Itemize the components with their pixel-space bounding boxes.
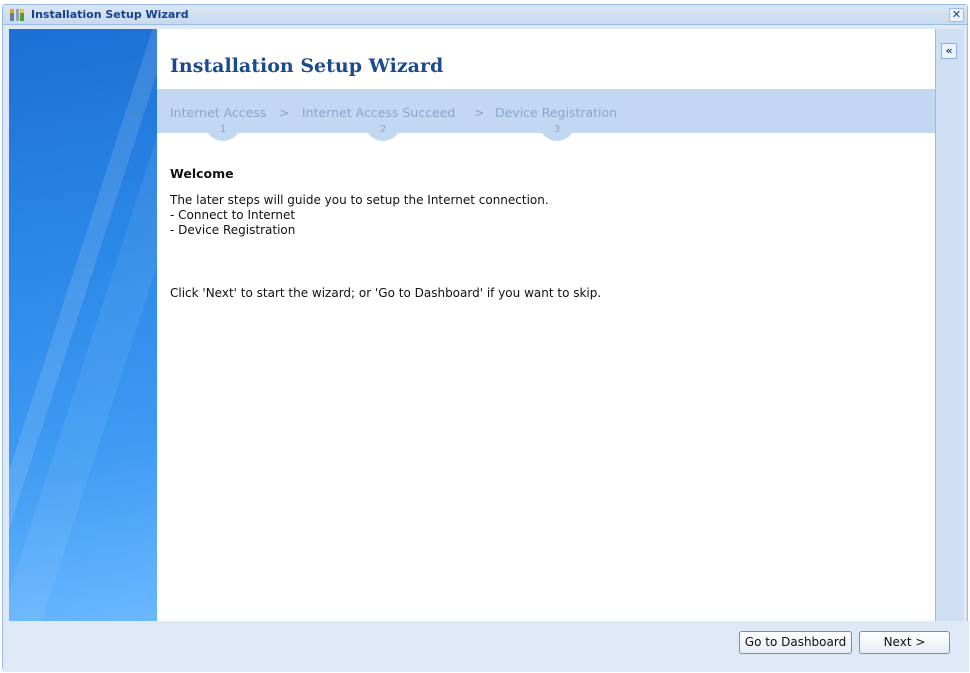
step-internet-access-succeed: Internet Access Succeed — [302, 105, 456, 120]
step-device-registration: Device Registration — [495, 105, 618, 120]
welcome-heading: Welcome — [170, 166, 234, 181]
chevron-right-icon: > — [279, 105, 290, 120]
collapse-panel: « — [935, 29, 964, 621]
next-button[interactable]: Next > — [859, 631, 950, 654]
go-to-dashboard-button[interactable]: Go to Dashboard — [739, 631, 852, 654]
wizard-steps-bar: Internet Access > Internet Access Succee… — [157, 89, 935, 141]
window-title: Installation Setup Wizard — [31, 8, 189, 21]
tools-icon — [10, 9, 24, 21]
intro-line: The later steps will guide you to setup … — [170, 193, 549, 207]
wizard-window: Installation Setup Wizard ✕ Installation… — [2, 4, 969, 672]
step-number-1: 1 — [205, 123, 241, 141]
chevron-right-icon: > — [474, 105, 485, 120]
step-number-3: 3 — [539, 123, 575, 141]
footer-bar: Go to Dashboard Next > — [3, 621, 969, 672]
collapse-button[interactable]: « — [941, 43, 957, 59]
title-bar: Installation Setup Wizard ✕ — [3, 5, 967, 25]
step-number-2: 2 — [365, 123, 401, 141]
page-title: Installation Setup Wizard — [170, 55, 444, 77]
double-chevron-left-icon: « — [945, 44, 953, 57]
instruction-text: Click 'Next' to start the wizard; or 'Go… — [170, 286, 602, 300]
wizard-content: Installation Setup Wizard Internet Acces… — [157, 29, 935, 621]
intro-line: - Connect to Internet — [170, 208, 296, 222]
close-button[interactable]: ✕ — [949, 8, 964, 22]
intro-line: - Device Registration — [170, 223, 296, 237]
sidebar-panel — [9, 29, 157, 621]
close-icon: ✕ — [951, 8, 962, 21]
step-internet-access: Internet Access — [170, 105, 267, 120]
